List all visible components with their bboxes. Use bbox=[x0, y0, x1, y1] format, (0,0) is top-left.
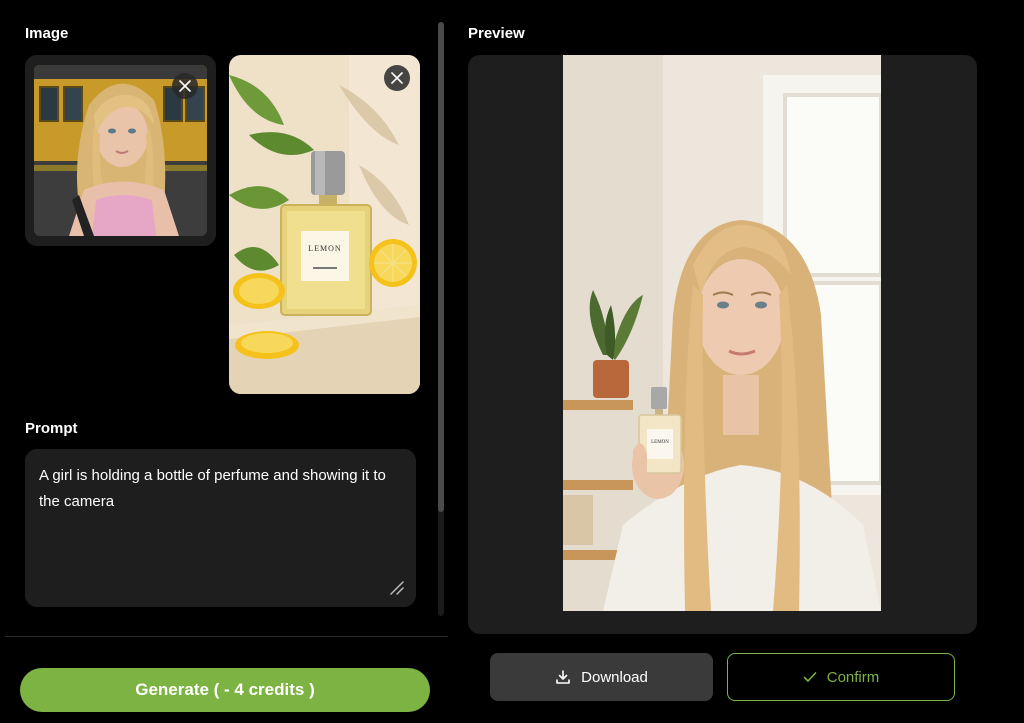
close-icon bbox=[179, 80, 191, 92]
remove-upload-1-button[interactable] bbox=[172, 73, 198, 99]
prompt-section-label: Prompt bbox=[25, 420, 78, 437]
scrollbar-thumb[interactable] bbox=[438, 22, 444, 512]
prompt-text-value: A girl is holding a bottle of perfume an… bbox=[39, 467, 386, 510]
image-section-label: Image bbox=[25, 25, 69, 42]
close-icon bbox=[391, 72, 403, 84]
download-button[interactable]: Download bbox=[490, 653, 713, 701]
perfume-label-text: LEMON bbox=[308, 244, 341, 253]
confirm-button[interactable]: Confirm bbox=[727, 653, 955, 701]
preview-panel: LEMON bbox=[468, 55, 977, 634]
resize-handle-icon[interactable] bbox=[388, 579, 404, 595]
preview-bottle-label: LEMON bbox=[651, 440, 669, 445]
uploaded-image-2[interactable]: LEMON bbox=[229, 55, 420, 394]
left-panel-scrollbar[interactable] bbox=[438, 22, 444, 616]
preview-section-label: Preview bbox=[468, 25, 525, 42]
generate-button-label: Generate ( - 4 credits ) bbox=[135, 680, 315, 699]
generate-button[interactable]: Generate ( - 4 credits ) bbox=[20, 668, 430, 712]
confirm-button-label: Confirm bbox=[826, 668, 880, 686]
perfume-thumbnail: LEMON bbox=[229, 55, 420, 394]
remove-upload-2-button[interactable] bbox=[384, 65, 410, 91]
check-icon bbox=[803, 672, 817, 682]
preview-image: LEMON bbox=[563, 55, 881, 611]
download-icon bbox=[556, 670, 570, 684]
panel-divider bbox=[5, 636, 448, 637]
prompt-textarea[interactable]: A girl is holding a bottle of perfume an… bbox=[25, 449, 416, 607]
uploaded-image-1[interactable] bbox=[25, 55, 216, 246]
download-button-label: Download bbox=[581, 668, 648, 686]
